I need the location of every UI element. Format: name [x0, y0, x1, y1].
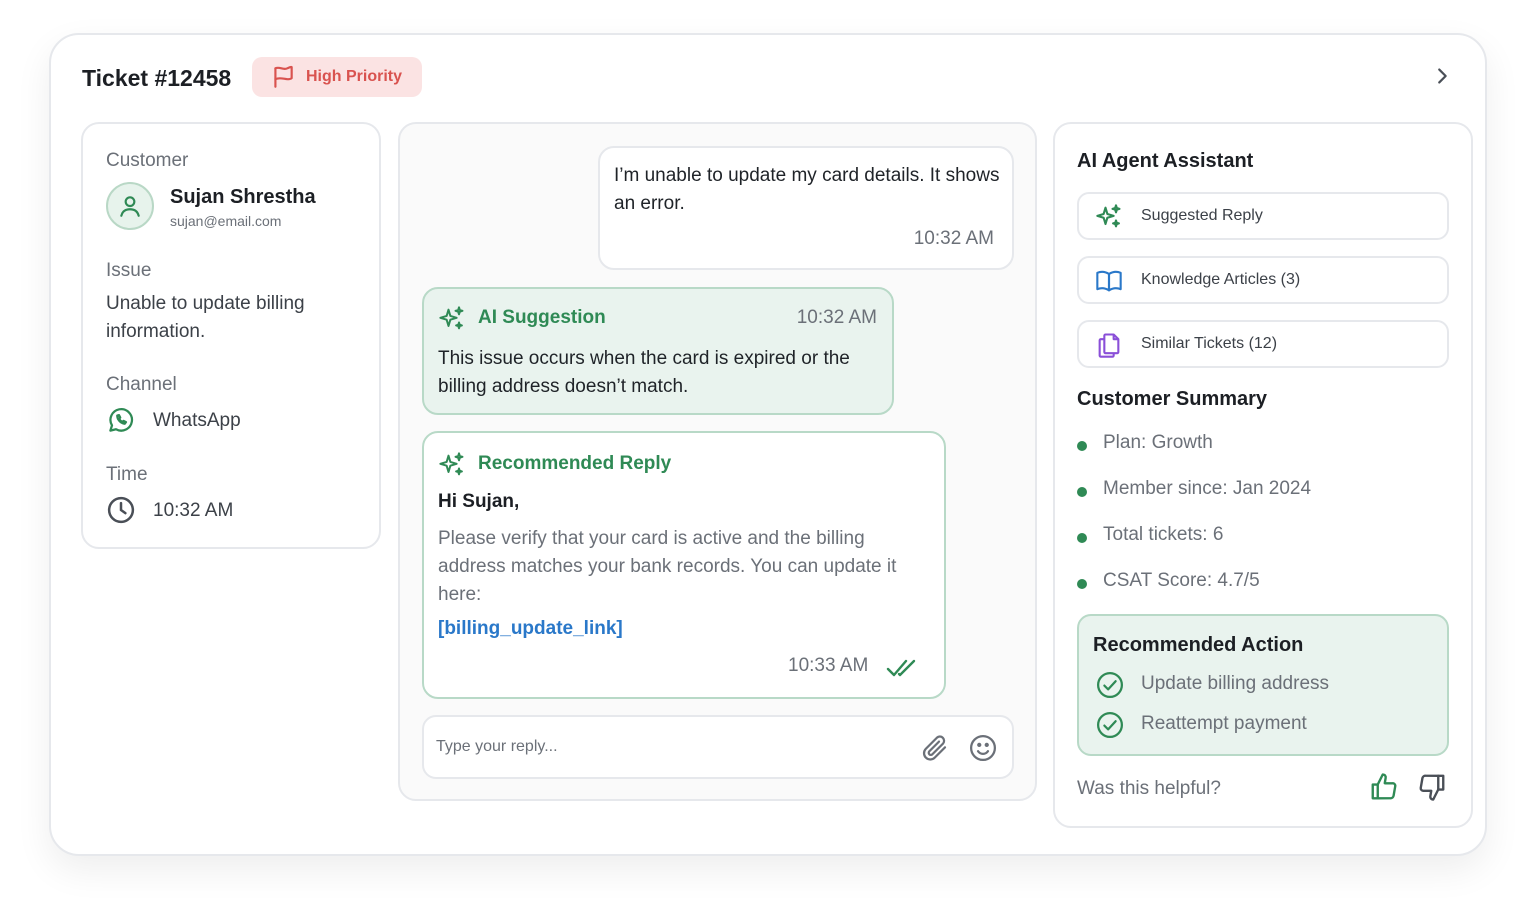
- clock-icon: [107, 496, 135, 524]
- ai-suggestion-time: 10:32 AM: [796, 307, 877, 328]
- similar-tickets-label: Similar Tickets (12): [1141, 335, 1278, 352]
- assistant-panel: AI Agent Assistant Suggested Reply Knowl…: [1053, 122, 1473, 828]
- issue-label: Issue: [106, 260, 152, 281]
- customer-email: sujan@email.com: [170, 213, 282, 229]
- issue-text: Unable to update billing information.: [106, 293, 305, 342]
- check-circle-icon: [1097, 672, 1123, 698]
- summary-text: Plan: Growth: [1103, 432, 1213, 453]
- customer-message-text: I’m unable to update my card details. It…: [614, 165, 1000, 214]
- ai-suggestion-title: AI Suggestion: [478, 307, 606, 328]
- action-item-label: Update billing address: [1141, 673, 1330, 694]
- double-check-icon: [886, 659, 916, 677]
- reply-body: Please verify that your card is active a…: [438, 528, 897, 605]
- sparkles-icon: [439, 306, 464, 330]
- summary-text: Member since: Jan 2024: [1103, 478, 1312, 499]
- customer-panel: Customer Sujan Shrestha sujan@email.com …: [81, 122, 381, 549]
- suggested-reply-button[interactable]: Suggested Reply: [1077, 192, 1449, 240]
- time-label: Time: [106, 464, 148, 485]
- ai-suggestion-text: This issue occurs when the card is expir…: [438, 348, 850, 397]
- recommended-action-card: Recommended Action Update billing addres…: [1077, 614, 1449, 756]
- ticket-card: Ticket #12458 High Priority Customer Suj…: [49, 33, 1487, 856]
- time-value: 10:32 AM: [153, 500, 234, 521]
- customer-message-time: 10:32 AM: [913, 228, 994, 249]
- similar-tickets-button[interactable]: Similar Tickets (12): [1077, 320, 1449, 368]
- ticket-title: Ticket #12458: [82, 65, 232, 91]
- ai-suggestion-card: AI Suggestion 10:32 AM This issue occurs…: [422, 287, 894, 415]
- customer-label: Customer: [106, 150, 189, 171]
- recommended-action-title: Recommended Action: [1093, 634, 1304, 656]
- customer-summary-title: Customer Summary: [1077, 388, 1268, 410]
- reply-composer: [422, 715, 1014, 779]
- reply-greeting: Hi Sujan,: [438, 491, 520, 512]
- bullet-dot: [1077, 533, 1087, 543]
- recommended-reply-card: Recommended Reply Hi Sujan, Please verif…: [422, 431, 946, 699]
- check-circle-icon: [1097, 712, 1123, 738]
- billing-update-link[interactable]: [billing_update_link]: [438, 618, 623, 640]
- priority-label: High Priority: [306, 68, 403, 85]
- reply-time: 10:33 AM: [788, 655, 869, 676]
- flag-icon: [274, 65, 293, 88]
- channel-value: WhatsApp: [153, 410, 241, 431]
- knowledge-articles-label: Knowledge Articles (3): [1141, 271, 1301, 288]
- chevron-right-icon[interactable]: [1431, 65, 1453, 87]
- user-icon: [120, 196, 140, 217]
- reply-input[interactable]: [436, 729, 906, 765]
- summary-text: CSAT Score: 4.7/5: [1103, 570, 1260, 591]
- book-icon: [1096, 270, 1122, 292]
- customer-message: I’m unable to update my card details. It…: [598, 146, 1014, 270]
- knowledge-articles-button[interactable]: Knowledge Articles (3): [1077, 256, 1449, 304]
- summary-text: Total tickets: 6: [1103, 524, 1224, 545]
- bullet-dot: [1077, 487, 1087, 497]
- action-item-label: Reattempt payment: [1141, 713, 1307, 734]
- feedback-prompt: Was this helpful?: [1077, 778, 1221, 799]
- avatar: [106, 182, 154, 230]
- bullet-dot: [1077, 579, 1087, 589]
- thumbs-up-icon[interactable]: [1369, 772, 1399, 802]
- documents-icon: [1098, 333, 1120, 358]
- emoji-icon[interactable]: [968, 733, 998, 763]
- thumbs-down-icon[interactable]: [1417, 772, 1447, 802]
- channel-label: Channel: [106, 374, 177, 395]
- assistant-title: AI Agent Assistant: [1077, 150, 1254, 172]
- suggested-reply-label: Suggested Reply: [1141, 207, 1263, 224]
- bullet-dot: [1077, 441, 1087, 451]
- paperclip-icon[interactable]: [920, 733, 950, 763]
- recommended-reply-title: Recommended Reply: [478, 453, 672, 474]
- priority-badge: High Priority: [252, 57, 422, 97]
- sparkles-icon: [1096, 204, 1121, 228]
- conversation-panel: I’m unable to update my card details. It…: [398, 122, 1037, 801]
- sparkles-icon: [439, 452, 464, 476]
- customer-name: Sujan Shrestha: [170, 186, 316, 208]
- whatsapp-icon: [109, 408, 134, 432]
